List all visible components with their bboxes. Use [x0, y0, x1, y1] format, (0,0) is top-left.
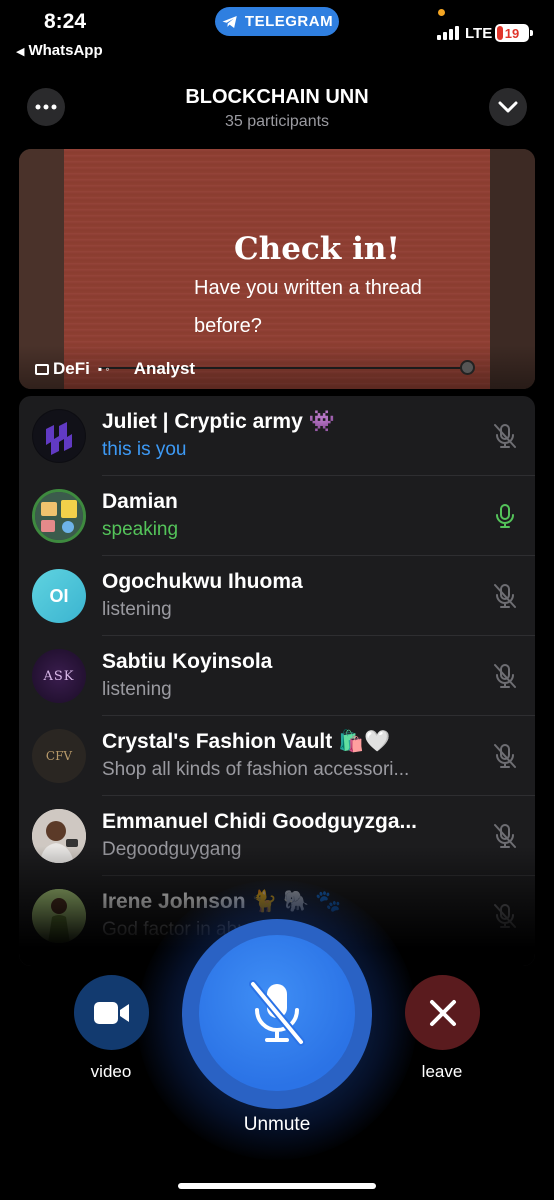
participant-row[interactable]: Emmanuel Chidi Goodguyzga... Degoodguyga…	[19, 796, 535, 876]
mic-off-icon[interactable]	[490, 821, 520, 851]
mic-off-icon[interactable]	[490, 421, 520, 451]
avatar-initials: OI	[49, 585, 69, 606]
tile-name-right: Analyst	[133, 359, 196, 378]
participant-name: Sabtiu Koyinsola	[102, 650, 273, 673]
cryptic-army-logo-icon	[33, 410, 85, 462]
telegram-pill[interactable]: TELEGRAM	[215, 7, 339, 36]
back-app-label: WhatsApp	[28, 42, 103, 59]
screen-share-icon	[35, 363, 49, 375]
slide-text-line-1: Have you written a thread	[194, 277, 422, 299]
participant-row[interactable]: CFV Crystal's Fashion Vault 🛍️🤍 Shop all…	[19, 716, 535, 796]
back-triangle-icon: ◀	[16, 46, 25, 58]
leave-label: leave	[421, 1062, 463, 1081]
avatar-logo-text: ASK	[43, 668, 75, 684]
avatar-image	[32, 809, 86, 863]
home-indicator[interactable]	[178, 1183, 376, 1189]
participant-status: Shop all kinds of fashion accessori...	[102, 759, 410, 780]
battery-icon: 19	[495, 24, 529, 42]
video-button[interactable]	[74, 975, 149, 1050]
clock: 8:24	[44, 10, 87, 33]
participants-count: 35 participants	[224, 113, 330, 130]
mic-in-use-indicator	[438, 9, 445, 16]
avatar-logo-text: CFV	[45, 749, 73, 763]
participant-row[interactable]: Damian speaking	[19, 476, 535, 556]
participant-name: Damian	[102, 490, 178, 513]
mic-off-icon	[249, 980, 305, 1046]
participant-row[interactable]: ASK Sabtiu Koyinsola listening	[19, 636, 535, 716]
video-tile[interactable]: Check in! Have you written a thread befo…	[19, 149, 535, 389]
avatar	[32, 889, 86, 943]
avatar	[32, 489, 86, 543]
avatar: ASK	[32, 649, 86, 703]
participant-status: listening	[102, 679, 172, 700]
network-type: LTE	[465, 25, 493, 42]
cellular-signal-icon	[437, 26, 459, 40]
video-tile-name: DeFi ▪ ◦ Analyst	[35, 359, 195, 379]
close-icon	[429, 999, 456, 1026]
tile-name-left: DeFi	[53, 359, 90, 378]
avatar	[32, 809, 86, 863]
mic-on-icon[interactable]	[490, 501, 520, 531]
participant-row[interactable]: Juliet | Cryptic army 👾 this is you	[19, 396, 535, 476]
mic-off-icon[interactable]	[490, 581, 520, 611]
back-to-app-link[interactable]: ◀ WhatsApp	[16, 42, 103, 59]
telegram-icon	[222, 15, 237, 28]
emoji-icon: ▪ ◦	[97, 362, 110, 376]
telegram-pill-label: TELEGRAM	[244, 13, 334, 30]
collapse-button[interactable]	[489, 88, 527, 126]
participant-status: Degoodguygang	[102, 839, 242, 860]
avatar: CFV	[32, 729, 86, 783]
mic-off-icon[interactable]	[490, 661, 520, 691]
battery-tip	[530, 30, 533, 36]
chevron-down-icon	[498, 101, 518, 113]
participant-name: Emmanuel Chidi Goodguyzga...	[102, 810, 418, 833]
page-title: BLOCKCHAIN UNN	[185, 86, 369, 108]
avatar: OI	[32, 569, 86, 623]
unmute-label: Unmute	[243, 1114, 311, 1135]
mic-off-icon[interactable]	[490, 741, 520, 771]
leave-button[interactable]	[405, 975, 480, 1050]
battery-level: 19	[504, 25, 520, 41]
video-camera-icon	[93, 1001, 129, 1024]
slide-title: Check in!	[234, 231, 401, 267]
slide-text-line-2: before?	[194, 315, 262, 337]
avatar-image	[35, 492, 83, 540]
unmute-button[interactable]	[199, 935, 355, 1091]
participant-name: Crystal's Fashion Vault 🛍️🤍	[102, 730, 391, 753]
participant-row[interactable]: OI Ogochukwu Ihuoma listening	[19, 556, 535, 636]
video-label: video	[90, 1062, 132, 1081]
avatar-image	[32, 889, 86, 943]
participant-name: Ogochukwu Ihuoma	[102, 570, 303, 593]
participant-name: Juliet | Cryptic army 👾	[102, 410, 335, 433]
avatar	[32, 409, 86, 463]
video-progress-knob	[460, 360, 475, 375]
participant-status: listening	[102, 599, 172, 620]
status-bar: 8:24 ◀ WhatsApp TELEGRAM LTE 19	[0, 0, 554, 70]
participant-status: speaking	[102, 519, 179, 540]
participant-status: this is you	[102, 439, 187, 460]
mic-off-icon[interactable]	[490, 901, 520, 931]
